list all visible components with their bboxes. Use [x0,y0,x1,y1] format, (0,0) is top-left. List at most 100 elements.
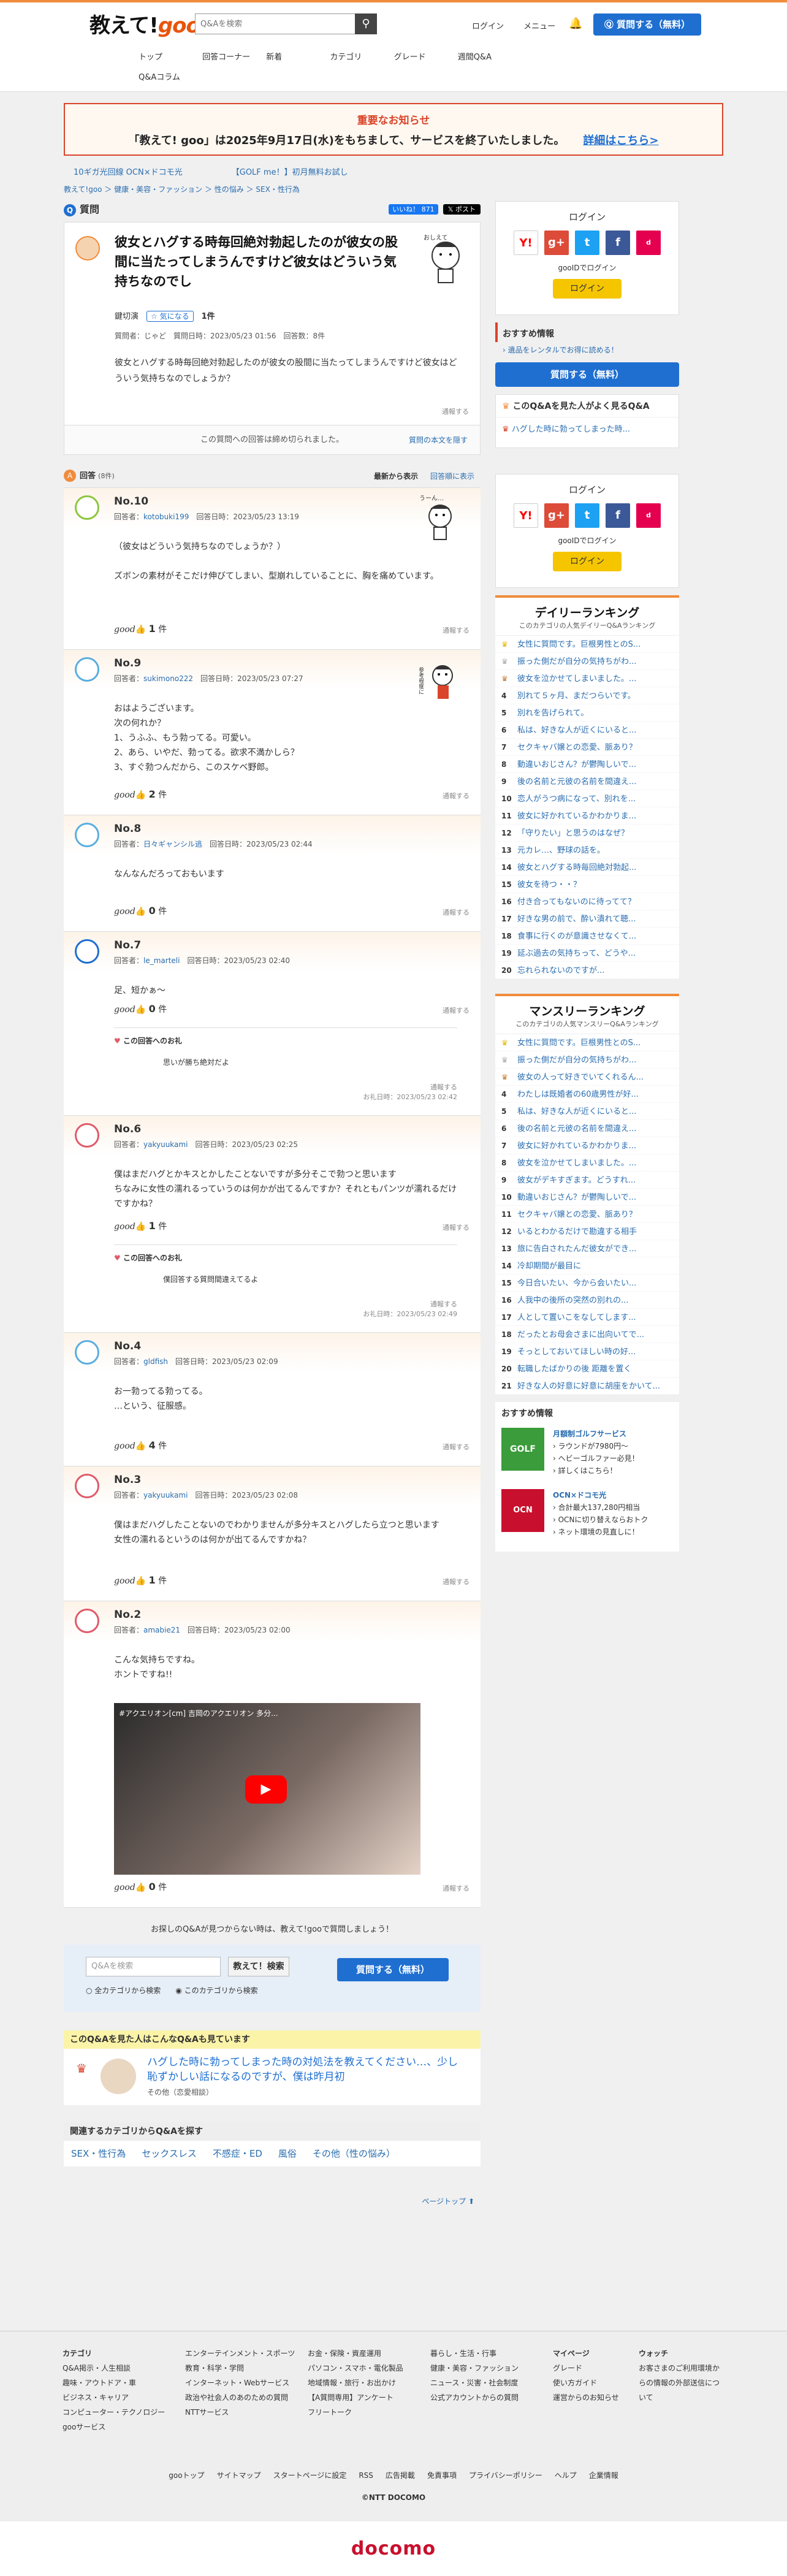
osusume-link[interactable]: › 遺品をレンタルでお得に読める！ [495,342,679,360]
hide-body-link[interactable]: 質問の本文を隠す [409,425,468,455]
good-counter[interactable]: good👍 1 件 [114,1220,167,1232]
answerer-link[interactable]: yakyuukami [143,1140,188,1149]
footer-link[interactable]: フリートーク [308,2405,430,2420]
report-link[interactable]: 通報する [443,1442,470,1452]
nav-new[interactable]: 新着 [266,50,327,62]
ranking-item[interactable]: 7 セクキャバ嬢との恋愛、脈あり？ [495,739,679,756]
footer-link[interactable]: お客さまのご利用環境からの情報の外部送信について [639,2361,724,2405]
docomo-icon[interactable]: d [636,231,661,255]
footer-bottom-link[interactable]: プライバシーポリシー [469,2471,542,2480]
docomo-logo[interactable]: docomo [0,2521,787,2576]
good-counter[interactable]: good👍 1 件 [114,623,167,635]
ad-link-ocn[interactable]: 10ギガ光回線 OCN×ドコモ光 [74,168,183,177]
ranking-item[interactable]: 12 「守りたい」と思うのはなぜ？ [495,825,679,842]
ranking-item[interactable]: 16 人我中の後所の突然の別れの... [495,1292,679,1309]
report-link[interactable]: 通報する [442,406,469,416]
cat-link[interactable]: 不感症・ED [213,2148,262,2159]
answerer-avatar[interactable] [75,1609,99,1633]
cat-link[interactable]: その他（性の悩み） [313,2148,395,2159]
good-counter[interactable]: good👍 4 件 [114,1439,167,1452]
nav-top[interactable]: トップ [139,50,200,62]
ranking-item[interactable]: 4 別れて５ヶ月、まだつらいです。 [495,687,679,704]
good-counter[interactable]: good👍 0 件 [114,1003,167,1015]
answerer-link[interactable]: 日々ギャンシル逃 [143,840,202,848]
ranking-item[interactable]: 10 動違いおじさん？が鬱陶しいで... [495,1189,679,1206]
answerer-link[interactable]: sukimono222 [143,674,193,683]
nav-grade[interactable]: グレード [394,50,455,62]
ranking-item[interactable]: 15 彼女を待つ・・？ [495,876,679,893]
cat-link[interactable]: セックスレス [142,2148,197,2159]
ranking-item[interactable]: 5 私は、好きな人が近くにいると... [495,1103,679,1120]
notice-link[interactable]: 詳細はこちら> [583,134,658,147]
answerer-link[interactable]: gldfish [143,1357,168,1366]
ranking-item[interactable]: ♛ 振った側だが自分の気持ちがわ... [495,653,679,670]
twitter-icon[interactable]: t [575,231,599,255]
footer-link[interactable]: お金・保険・資産運用 [308,2346,430,2361]
bottom-search-button[interactable]: 教えて！検索 [228,1957,289,1976]
bell-icon[interactable]: 🔔 [569,17,582,30]
ranking-item[interactable]: 14 彼女とハグする時毎回絶対勃起... [495,859,679,876]
menu-link[interactable]: メニュー [523,22,555,31]
footer-bottom-link[interactable]: サイトマップ [217,2471,261,2480]
ranking-item[interactable]: 8 彼女を泣かせてしまいました。... [495,1154,679,1172]
ad-link-golf[interactable]: 【GOLF me！】初月無料お試し [232,168,348,177]
nav-category[interactable]: カテゴリ [330,50,391,62]
sort-newest[interactable]: 最新から表示 [374,472,418,481]
ranking-item[interactable]: 6 後の名前と元彼の名前を間違え... [495,1120,679,1137]
answerer-avatar[interactable] [75,495,99,520]
ranking-item[interactable]: 16 付き合ってもないのに待ってて？ [495,893,679,910]
good-counter[interactable]: good👍 0 件 [114,905,167,917]
nav-weekly[interactable]: 週間Q&A [458,50,519,62]
ranking-item[interactable]: 21 好きな人の好意に好意に胡座をかいて... [495,1378,679,1395]
footer-bottom-link[interactable]: RSS [359,2471,373,2480]
x-post-button[interactable]: 𝕏 ポスト [443,204,481,215]
play-icon[interactable]: ▶ [245,1775,287,1804]
facebook-icon[interactable]: f [606,231,630,255]
answerer-avatar[interactable] [75,823,99,847]
goo-logo[interactable]: 教えて!goo [89,9,200,39]
questioner-avatar[interactable] [75,236,100,261]
ranking-item[interactable]: 13 元カレ…、野球の話を。 [495,842,679,859]
yahoo-icon[interactable]: Y! [514,231,538,255]
footer-link[interactable]: 趣味・アウトドア・車 [63,2376,185,2390]
footer-link[interactable]: インターネット・Webサービス [185,2376,308,2390]
footer-link[interactable]: コンピューター・テクノロジー [63,2405,185,2420]
ranking-item[interactable]: 15 今日合いたい、今から会いたい... [495,1275,679,1292]
google-icon[interactable]: g+ [544,231,569,255]
search-button[interactable]: ⚲ [355,13,377,34]
ranking-item[interactable]: 18 食事に行くのが意識させなくて... [495,928,679,945]
ranking-item[interactable]: 4 わたしは既婚者の60歳男性が好... [495,1086,679,1103]
footer-link[interactable]: 教育・科学・学問 [185,2361,308,2376]
footer-link[interactable]: パソコン・スマホ・電化製品 [308,2361,430,2376]
facebook-like-button[interactable]: いいね！ 871 [389,204,438,215]
footer-bottom-link[interactable]: ヘルプ [555,2471,577,2480]
radio-all[interactable]: ○ 全カテゴリから検索 [86,1986,161,1995]
ranking-item[interactable]: 6 私は、好きな人が近くにいると... [495,722,679,739]
report-link[interactable]: 通報する [443,1222,470,1232]
report-link[interactable]: 通報する [443,1005,470,1015]
ranking-item[interactable]: 8 動違いおじさん？が鬱陶しいで... [495,756,679,773]
footer-link[interactable]: gooサービス [63,2420,185,2434]
footer-bottom-link[interactable]: スタートページに設定 [273,2471,347,2480]
ranking-item[interactable]: 19 そっとしておいてほしい時の好... [495,1343,679,1360]
cat-link[interactable]: 風俗 [278,2148,297,2159]
footer-bottom-link[interactable]: 広告掲載 [386,2471,415,2480]
report-link[interactable]: 通報する [443,907,470,917]
report-link[interactable]: 通報する [114,1082,457,1092]
ranking-item[interactable]: 11 彼女に好かれているかわかりま... [495,807,679,825]
bottom-ask-button[interactable]: 質問する（無料） [337,1958,449,1981]
ranking-item[interactable]: ♛ 女性に質問です。巨根男性とのS... [495,636,679,653]
footer-link[interactable]: 健康・美容・ファッション [430,2361,553,2376]
related-title[interactable]: ハグした時に勃ってしまった時の対処法を教えてください…、少し恥ずかしい話になるの… [147,2055,466,2084]
answerer-avatar[interactable] [75,1123,99,1148]
good-counter[interactable]: good👍 2 件 [114,788,167,801]
ranking-item[interactable]: ♛ 女性に質問です。巨根男性とのS... [495,1034,679,1051]
cat-link[interactable]: SEX・性行為 [71,2148,126,2159]
ranking-item[interactable]: 5 別れを告げられて。 [495,704,679,722]
yahoo-icon[interactable]: Y! [514,503,538,528]
footer-bottom-link[interactable]: gooトップ [169,2471,204,2480]
related-question[interactable]: ♛ ハグした時に勃ってしまった時の対処法を教えてください…、少し恥ずかしい話にな… [64,2049,481,2105]
footer-bottom-link[interactable]: 免責事項 [427,2471,457,2480]
breadcrumb[interactable]: 教えて!goo ＞ 健康・美容・ファッション ＞ 性の悩み ＞ SEX・性行為 [64,184,723,201]
footer-link[interactable]: 地域情報・旅行・お出かけ [308,2376,430,2390]
